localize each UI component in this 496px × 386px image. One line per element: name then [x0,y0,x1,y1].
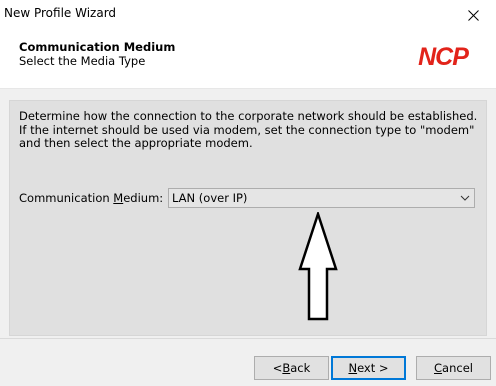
selected-medium: LAN (over IP) [172,191,248,205]
communication-medium-label: Communication Medium: [19,191,164,205]
close-icon [467,9,479,21]
next-button[interactable]: Next > [331,356,406,380]
title-bar: New Profile Wizard [0,0,496,30]
back-button[interactable]: < Back [254,356,329,380]
cancel-button[interactable]: Cancel [416,356,491,380]
close-button[interactable] [450,0,496,30]
page-subtitle: Select the Media Type [19,54,146,68]
window-title: New Profile Wizard [4,6,117,20]
svg-text:NCP: NCP [418,43,469,70]
wizard-header: Communication Medium Select the Media Ty… [0,30,496,88]
up-arrow-annotation [298,212,338,321]
chevron-down-icon [460,195,470,201]
page-title: Communication Medium [19,40,176,54]
description-text: Determine how the connection to the corp… [19,109,478,150]
ncp-logo: NCP [418,43,470,70]
communication-medium-select[interactable]: LAN (over IP) [168,188,475,208]
